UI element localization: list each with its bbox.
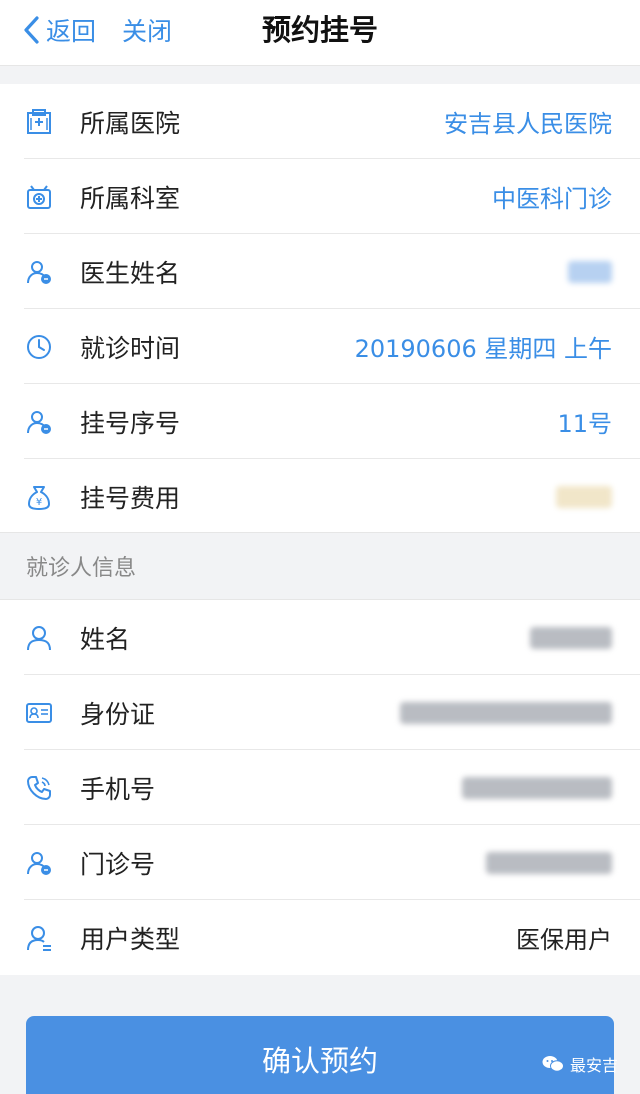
- wechat-icon: [542, 1056, 564, 1072]
- row-visit-time: 就诊时间 20190606 星期四 上午: [0, 309, 640, 384]
- watermark: 最安吉: [542, 1052, 618, 1076]
- appointment-section: 所属医院 安吉县人民医院 所属科室 中医科门诊 医生姓名 就诊时间 201906…: [0, 84, 640, 534]
- name-label: 姓名: [80, 624, 131, 654]
- phone-icon: [24, 773, 54, 803]
- user-type-value: 医保用户: [516, 926, 612, 954]
- hospital-icon: [24, 107, 54, 137]
- patient-info-header: 就诊人信息: [0, 532, 640, 600]
- hospital-value: 安吉县人民医院: [444, 110, 612, 138]
- queue-number-label: 挂号序号: [80, 408, 181, 438]
- phone-value-redacted: [462, 776, 612, 799]
- doctor-value-redacted: [568, 260, 612, 283]
- row-fee: ¥ 挂号费用: [0, 459, 640, 534]
- phone-label: 手机号: [80, 774, 156, 804]
- id-card-icon: [24, 698, 54, 728]
- watermark-text: 最安吉: [569, 1056, 618, 1075]
- row-id-card: 身份证: [0, 675, 640, 750]
- row-name: 姓名: [0, 600, 640, 675]
- doctor-label: 医生姓名: [80, 258, 181, 288]
- name-value-redacted: [530, 626, 612, 649]
- row-clinic-number: 门诊号: [0, 825, 640, 900]
- doctor-icon: [24, 257, 54, 287]
- ticket-person-icon: [24, 407, 54, 437]
- svg-text:¥: ¥: [36, 497, 42, 508]
- fee-label: 挂号费用: [80, 483, 181, 513]
- hospital-label: 所属医院: [80, 108, 181, 138]
- user-type-icon: [24, 923, 54, 953]
- patient-section: 姓名 身份证 手机号 门诊号 用户类型 医保用户: [0, 600, 640, 975]
- row-department: 所属科室 中医科门诊: [0, 159, 640, 234]
- department-icon: [24, 182, 54, 212]
- clock-icon: [24, 332, 54, 362]
- clinic-number-label: 门诊号: [80, 849, 156, 879]
- row-doctor: 医生姓名: [0, 234, 640, 309]
- money-bag-icon: ¥: [24, 482, 54, 512]
- id-card-value-redacted: [400, 701, 612, 724]
- user-type-label: 用户类型: [80, 924, 181, 954]
- nav-bar: 返回 关闭 预约挂号: [0, 0, 640, 66]
- department-label: 所属科室: [80, 183, 181, 213]
- row-user-type: 用户类型 医保用户: [0, 900, 640, 975]
- clinic-number-value-redacted: [486, 851, 612, 874]
- id-card-label: 身份证: [80, 699, 156, 729]
- department-value: 中医科门诊: [492, 185, 612, 213]
- row-queue-number: 挂号序号 11号: [0, 384, 640, 459]
- person-icon: [24, 623, 54, 653]
- confirm-appointment-button[interactable]: 确认预约: [26, 1016, 614, 1094]
- visit-time-label: 就诊时间: [80, 333, 181, 363]
- row-phone: 手机号: [0, 750, 640, 825]
- visit-time-value: 20190606 星期四 上午: [354, 335, 612, 363]
- queue-number-value: 11号: [557, 410, 612, 438]
- clinic-number-icon: [24, 848, 54, 878]
- row-hospital: 所属医院 安吉县人民医院: [0, 84, 640, 159]
- fee-value-redacted: [556, 485, 612, 508]
- page-title: 预约挂号: [261, 13, 378, 47]
